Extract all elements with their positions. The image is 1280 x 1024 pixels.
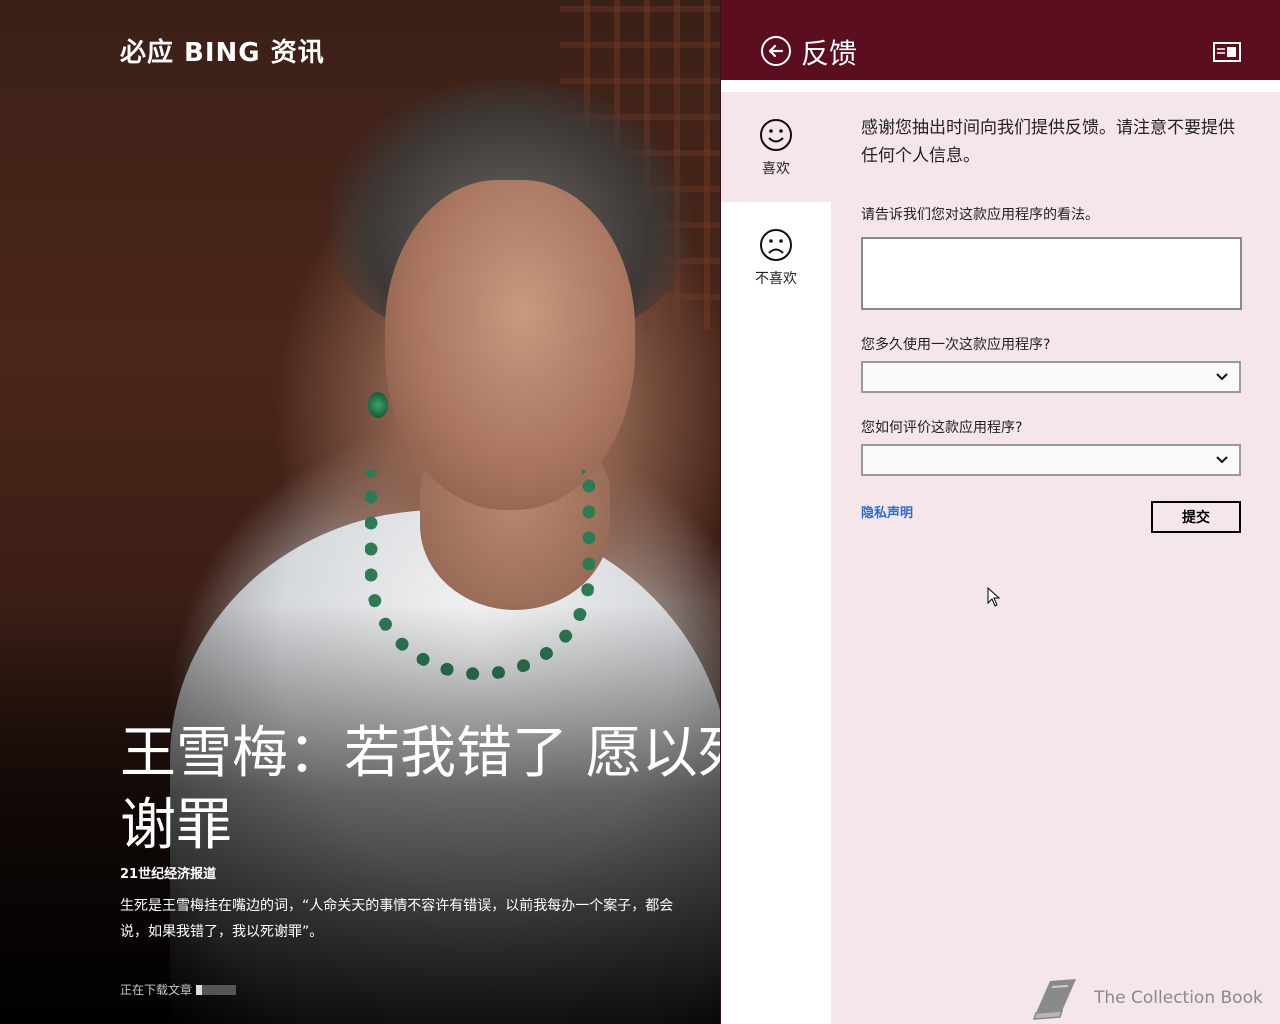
- rating-column: 喜欢 不喜欢: [721, 92, 831, 1024]
- smile-icon: [760, 119, 792, 151]
- frown-icon: [760, 229, 792, 261]
- back-arrow-icon: [768, 44, 784, 58]
- dislike-label: 不喜欢: [755, 271, 797, 287]
- article-hero[interactable]: 必应 BING 资讯 王雪梅：若我错了 愿以死谢罪 21世纪经济报道 生死是王雪…: [0, 0, 720, 1024]
- article-summary-line: 生死是王雪梅挂在嘴边的词，“人命关天的事情不容许有错误，以前我每办一个案子，都会: [120, 898, 674, 914]
- frequency-label: 您多久使用一次这款应用程序?: [861, 337, 1051, 353]
- dislike-option[interactable]: 不喜欢: [721, 202, 831, 312]
- article-summary-line: 说，如果我错了，我以死谢罪”。: [120, 924, 324, 940]
- watermark: The Collection Book: [1030, 975, 1263, 1021]
- snap-window-icon[interactable]: [1213, 42, 1241, 62]
- feedback-title: 反馈: [801, 37, 858, 70]
- feedback-intro: 感谢您抽出时间向我们提供反馈。请注意不要提供任何个人信息。: [861, 118, 1235, 166]
- submit-button[interactable]: 提交: [1151, 501, 1241, 533]
- opinion-label: 请告诉我们您对这款应用程序的看法。: [861, 207, 1099, 223]
- app-title: 必应 BING 资讯: [120, 38, 325, 68]
- book-icon: [1032, 979, 1076, 1020]
- article-source: 21世纪经济报道: [120, 867, 217, 882]
- feedback-panel: 反馈 喜欢 不喜欢 感谢您抽出时间向我们提供反馈。请注意不要提供任何个人信息。 …: [720, 0, 1280, 1024]
- download-status-text: 正在下载文章: [120, 983, 193, 997]
- feedback-header: 反馈: [721, 0, 1280, 80]
- download-progress-bar: [196, 984, 237, 995]
- article-headline[interactable]: 王雪梅：若我错了 愿以死谢罪: [120, 718, 720, 862]
- photo-earring: [368, 392, 388, 418]
- chevron-down-icon: [1216, 456, 1228, 464]
- download-status: 正在下载文章: [120, 981, 237, 998]
- privacy-link[interactable]: 隐私声明: [861, 502, 913, 521]
- header-divider: [721, 80, 1280, 92]
- rate-label: 您如何评价这款应用程序?: [861, 420, 1023, 436]
- like-label: 喜欢: [762, 161, 790, 177]
- mouse-cursor-icon: [987, 587, 1001, 607]
- article-summary: 生死是王雪梅挂在嘴边的词，“人命关天的事情不容许有错误，以前我每办一个案子，都会…: [120, 893, 720, 945]
- back-button[interactable]: [761, 36, 791, 66]
- rate-select[interactable]: [861, 444, 1241, 476]
- download-progress-fill: [196, 984, 203, 995]
- like-option[interactable]: 喜欢: [721, 92, 831, 202]
- opinion-textarea[interactable]: [861, 237, 1242, 310]
- watermark-text: The Collection Book: [1094, 988, 1263, 1008]
- frequency-select[interactable]: [861, 361, 1241, 393]
- chevron-down-icon: [1216, 373, 1228, 381]
- photo-face: [385, 180, 635, 510]
